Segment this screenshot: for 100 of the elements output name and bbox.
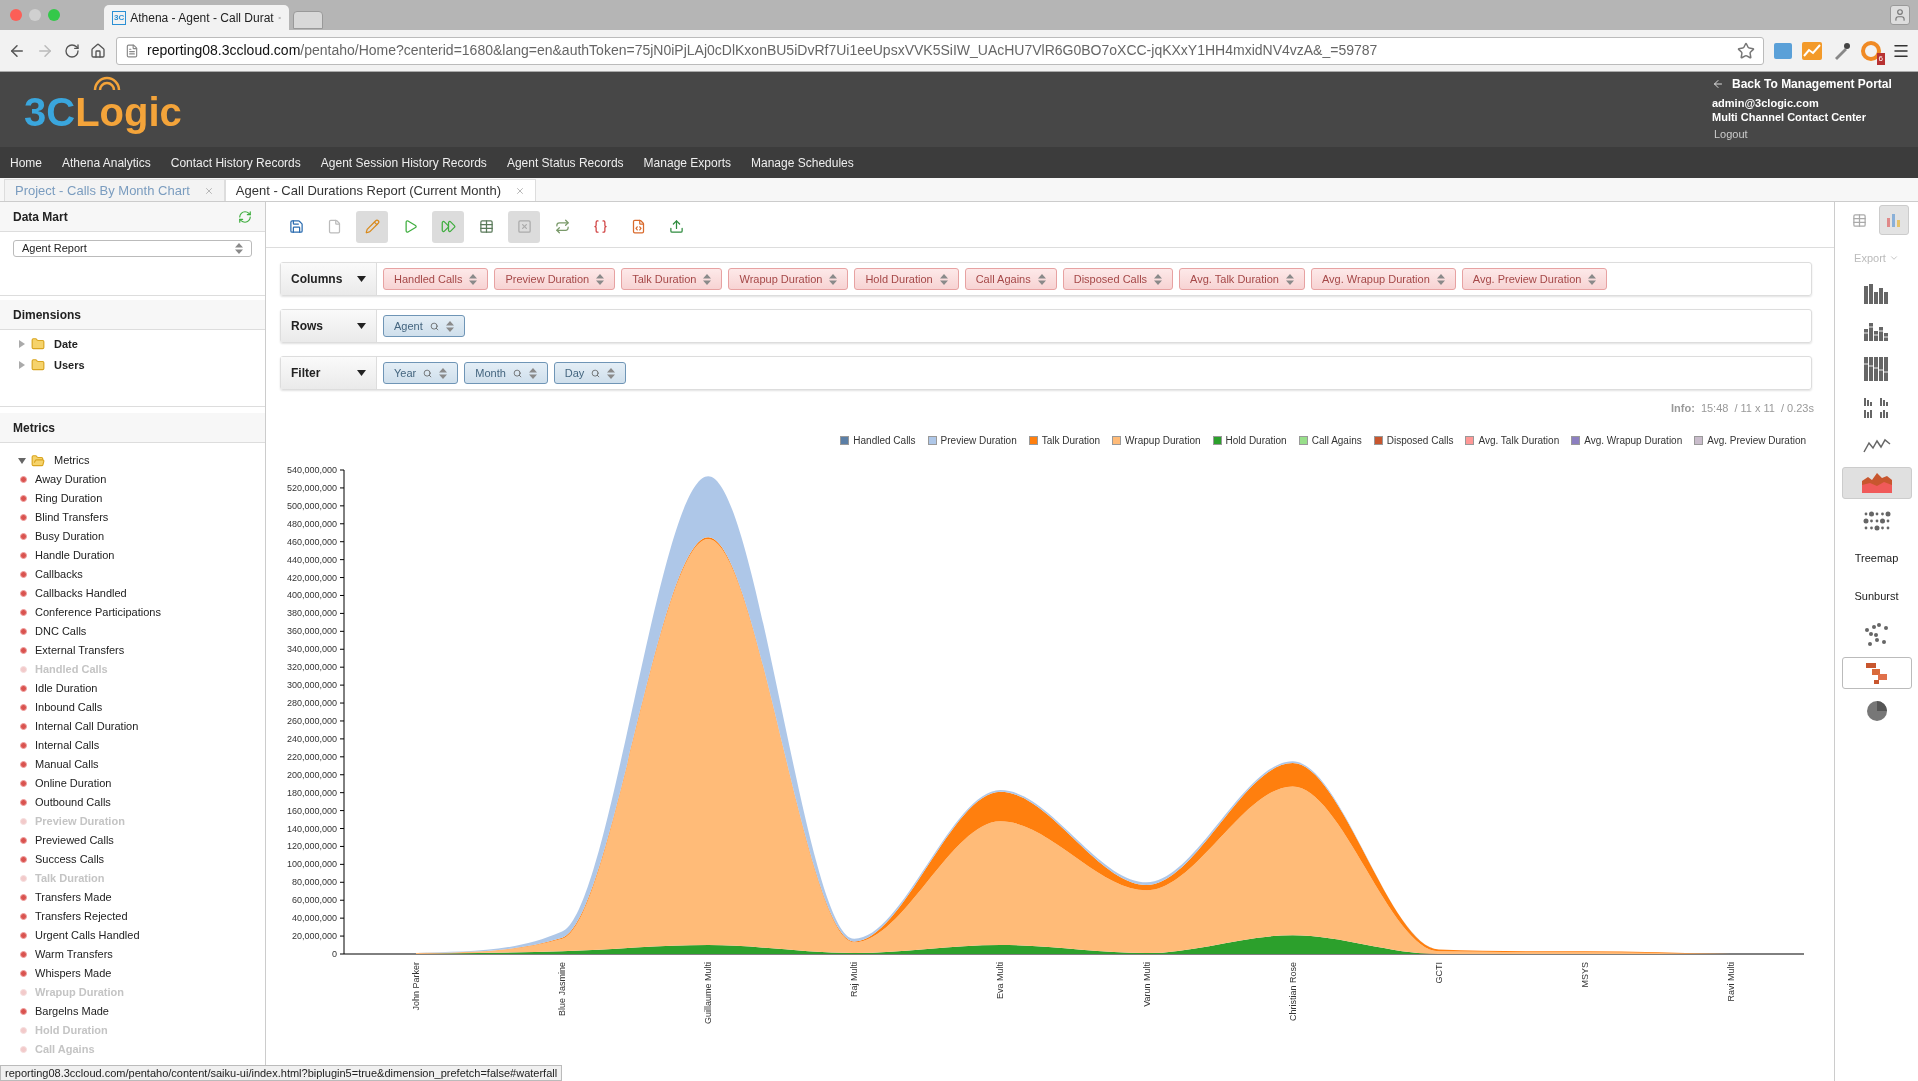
metric-item[interactable]: Previewed Calls bbox=[35, 832, 114, 849]
chart-type-option[interactable]: Treemap bbox=[1841, 542, 1912, 575]
metric-item[interactable]: Warm Transfers bbox=[35, 946, 113, 963]
metric-item[interactable]: Blind Transfers bbox=[35, 509, 109, 526]
metrics-folder[interactable]: Metrics bbox=[54, 452, 90, 469]
report-tab[interactable]: Agent - Call Durations Report (Current Month) bbox=[224, 179, 536, 201]
extension-icon[interactable] bbox=[1774, 42, 1792, 59]
sort-arrows-icon[interactable] bbox=[1436, 273, 1445, 285]
address-bar[interactable]: reporting08.3ccloud.com/pentaho/Home?centerid=1680&lang=en&authToken=75jN0iPjLAj0cDlKxonBU5iDvRf7Ui1eeUpsxVVK5SiIW_UAcHU7VlR6G0BO7oXCC-jqKXxY1HH4mxidNV4vzA&_=59787 bbox=[116, 36, 1764, 65]
metric-item[interactable]: Transfers Made bbox=[35, 889, 112, 906]
field-pill[interactable]: Day bbox=[553, 362, 627, 384]
field-pill[interactable]: Avg. Wrapup Duration bbox=[1310, 268, 1456, 290]
field-pill[interactable]: Hold Duration bbox=[854, 268, 959, 290]
metric-item[interactable]: Callbacks Handled bbox=[35, 585, 127, 602]
auto-run-button[interactable] bbox=[432, 210, 464, 243]
metric-item[interactable]: Outbound Calls bbox=[35, 794, 111, 811]
metric-item[interactable]: Idle Duration bbox=[35, 680, 98, 697]
sort-arrows-icon[interactable] bbox=[1154, 273, 1163, 285]
field-pill[interactable]: Agent bbox=[383, 315, 465, 337]
metric-item[interactable]: Manual Calls bbox=[35, 756, 99, 773]
sort-arrows-icon[interactable] bbox=[939, 273, 948, 285]
sort-arrows-icon[interactable] bbox=[469, 273, 478, 285]
hide-button[interactable] bbox=[508, 210, 540, 243]
legend-label: Call Agains bbox=[1311, 434, 1362, 448]
field-pill[interactable]: Avg. Talk Duration bbox=[1179, 268, 1305, 290]
sort-arrows-icon[interactable] bbox=[445, 320, 454, 332]
reload-icon[interactable] bbox=[64, 42, 80, 59]
search-icon[interactable] bbox=[423, 368, 433, 378]
sort-arrows-icon[interactable] bbox=[703, 273, 712, 285]
metric-item[interactable]: Whispers Made bbox=[35, 965, 112, 982]
chart-view-button[interactable] bbox=[1878, 205, 1909, 235]
nav-link[interactable]: Agent Session History Records bbox=[320, 153, 487, 172]
nav-link[interactable]: Manage Exports bbox=[643, 153, 731, 172]
edit-button[interactable] bbox=[356, 210, 388, 243]
bookmark-star-icon[interactable] bbox=[1737, 41, 1755, 60]
nav-link[interactable]: Home bbox=[10, 153, 42, 172]
chart-type-button[interactable] bbox=[1841, 656, 1912, 689]
field-pill[interactable]: Handled Calls bbox=[383, 268, 489, 290]
field-pill[interactable]: Disposed Calls bbox=[1062, 268, 1174, 290]
field-pill[interactable]: Talk Duration bbox=[621, 268, 723, 290]
sort-arrows-icon[interactable] bbox=[829, 273, 838, 285]
new-file-icon bbox=[326, 219, 342, 234]
sort-arrows-icon[interactable] bbox=[528, 367, 537, 379]
sort-arrows-icon[interactable] bbox=[1285, 273, 1294, 285]
nav-link[interactable]: Athena Analytics bbox=[62, 153, 151, 172]
back-to-portal-link[interactable]: Back To Management Portal bbox=[1732, 76, 1892, 92]
expand-arrow-icon[interactable] bbox=[18, 456, 26, 465]
metric-item[interactable]: Away Duration bbox=[35, 471, 107, 488]
metric-item[interactable]: Conference Participations bbox=[35, 604, 161, 621]
search-icon[interactable] bbox=[591, 368, 601, 378]
chart-type-button[interactable] bbox=[1841, 466, 1912, 499]
extension-ring-icon[interactable] bbox=[1860, 39, 1882, 62]
folder-icon bbox=[31, 357, 45, 372]
metric-item[interactable]: Internal Calls bbox=[35, 737, 100, 754]
metric-item[interactable]: Busy Duration bbox=[35, 528, 105, 545]
nav-link[interactable]: Contact History Records bbox=[170, 153, 301, 172]
sort-arrows-icon[interactable] bbox=[607, 367, 616, 379]
profile-button[interactable] bbox=[1890, 5, 1910, 25]
sort-arrows-icon[interactable] bbox=[235, 243, 243, 254]
chart-type-option[interactable]: Sunburst bbox=[1841, 580, 1912, 613]
metric-item[interactable]: Inbound Calls bbox=[35, 699, 103, 716]
shelf-label[interactable]: Filter bbox=[281, 357, 377, 389]
sort-arrows-icon[interactable] bbox=[439, 367, 448, 379]
metric-item[interactable]: Transfers Rejected bbox=[35, 908, 128, 925]
sort-arrows-icon[interactable] bbox=[596, 273, 605, 285]
field-pill[interactable]: Month bbox=[464, 362, 548, 384]
metric-item[interactable]: Success Calls bbox=[35, 851, 105, 868]
sort-arrows-icon[interactable] bbox=[1588, 273, 1597, 285]
field-pill[interactable]: Wrapup Duration bbox=[728, 268, 849, 290]
shelf-label[interactable]: Columns bbox=[281, 263, 377, 295]
metric-item[interactable]: Bargelns Made bbox=[35, 1003, 109, 1020]
field-pill[interactable]: Preview Duration bbox=[494, 268, 616, 290]
metric-item[interactable]: Handle Duration bbox=[35, 547, 115, 564]
field-pill[interactable]: Call Agains bbox=[964, 268, 1057, 290]
new-tab-button[interactable] bbox=[293, 11, 323, 29]
logout-link[interactable]: Logout bbox=[1714, 127, 1748, 141]
field-pill[interactable]: Year bbox=[383, 362, 459, 384]
home-icon[interactable] bbox=[90, 42, 106, 59]
extension-chart-icon[interactable] bbox=[1802, 41, 1822, 60]
refresh-icon[interactable] bbox=[238, 209, 252, 224]
dimension-item[interactable]: Date bbox=[54, 336, 78, 353]
metric-item[interactable]: DNC Calls bbox=[35, 623, 87, 640]
nav-link[interactable]: Agent Status Records bbox=[506, 153, 624, 172]
metric-item[interactable]: Internal Call Duration bbox=[35, 718, 139, 735]
close-window-button[interactable] bbox=[10, 9, 22, 21]
metric-item[interactable]: Urgent Calls Handled bbox=[35, 927, 140, 944]
metric-item[interactable]: External Transfers bbox=[35, 642, 125, 659]
sort-arrows-icon[interactable] bbox=[1037, 273, 1046, 285]
nav-link[interactable]: Manage Schedules bbox=[751, 153, 854, 172]
search-icon[interactable] bbox=[512, 368, 522, 378]
browser-tab[interactable]: 3C Athena - Agent - Call Durat bbox=[104, 5, 289, 30]
search-icon[interactable] bbox=[429, 321, 439, 331]
metric-item[interactable]: Ring Duration bbox=[35, 490, 103, 507]
metric-item[interactable]: Callbacks bbox=[35, 566, 83, 583]
field-pill[interactable]: Avg. Preview Duration bbox=[1461, 268, 1608, 290]
shelf-label[interactable]: Rows bbox=[281, 310, 377, 342]
y-tick-label: 360,000,000 bbox=[286, 625, 337, 636]
metric-item[interactable]: Online Duration bbox=[35, 775, 112, 792]
dimension-item[interactable]: Users bbox=[54, 356, 85, 373]
cube-select[interactable]: Agent Report bbox=[13, 240, 252, 257]
